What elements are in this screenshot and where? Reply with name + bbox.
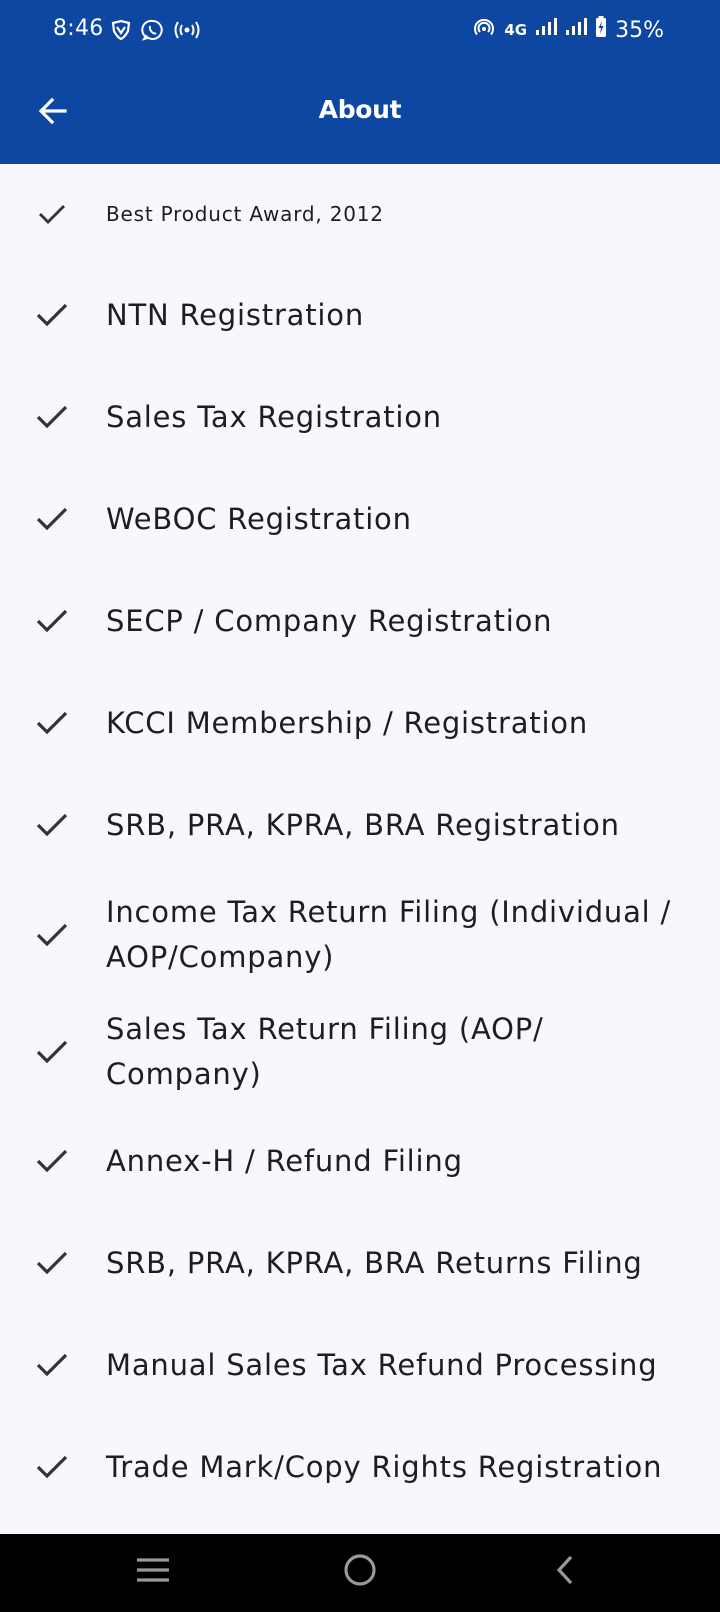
check-icon (34, 1449, 70, 1485)
notification-icons (110, 18, 200, 46)
list-item: WeBOC Registration (0, 468, 720, 570)
list-item-label: Best Product Award, 2012 (106, 201, 384, 226)
check-icon (34, 1143, 70, 1179)
list-item-label: Income Tax Return Filing (Individual / A… (106, 894, 672, 974)
check-icon (34, 603, 70, 639)
home-button[interactable] (335, 1550, 385, 1594)
broadcast-icon (174, 19, 200, 45)
signal-icon (535, 17, 558, 43)
battery-percent: 35% (615, 17, 664, 43)
list-item-label: SECP / Company Registration (106, 603, 553, 638)
whatsapp-icon (141, 18, 165, 46)
signal-icon (565, 17, 588, 43)
check-icon (34, 1034, 70, 1070)
check-icon (34, 917, 70, 953)
list-item-label: SRB, PRA, KPRA, BRA Registration (106, 807, 620, 842)
check-icon (34, 196, 70, 232)
status-time: 8:46 (53, 16, 104, 41)
list-item-label: Sales Tax Return Filing (AOP/ Company) (106, 1011, 544, 1091)
check-icon (34, 1347, 70, 1383)
list-item-label: WeBOC Registration (106, 501, 412, 536)
list-item-label: Sales Tax Registration (106, 399, 442, 434)
list-item-label: Annex-H / Refund Filing (106, 1143, 463, 1178)
check-icon (34, 705, 70, 741)
list-item: Best Product Award, 2012 (0, 164, 720, 264)
check-icon (34, 807, 70, 843)
list-item-label: Manual Sales Tax Refund Processing (106, 1347, 658, 1382)
list-item: Annex-H / Refund Filing (0, 1110, 720, 1212)
check-icon (34, 399, 70, 435)
list-item-label: NTN Registration (106, 297, 364, 332)
hotspot-icon (474, 17, 495, 43)
app-bar: About (0, 62, 720, 164)
system-back-button[interactable] (540, 1550, 590, 1594)
services-list: Best Product Award, 2012 NTN Registratio… (0, 164, 720, 1518)
page-title: About (318, 95, 402, 124)
list-item: Trade Mark/Copy Rights Registration (0, 1416, 720, 1518)
list-item-label: SRB, PRA, KPRA, BRA Returns Filing (106, 1245, 643, 1280)
back-icon (554, 1554, 576, 1590)
list-item: SECP / Company Registration (0, 570, 720, 672)
list-item: SRB, PRA, KPRA, BRA Registration (0, 774, 720, 876)
list-item: Manual Sales Tax Refund Processing (0, 1314, 720, 1416)
list-item-label: Trade Mark/Copy Rights Registration (106, 1449, 663, 1484)
check-icon (34, 501, 70, 537)
vpn-shield-icon (110, 19, 132, 45)
list-item: Sales Tax Registration (0, 366, 720, 468)
status-bar: 8:46 4G 35% (0, 0, 720, 62)
system-status: 4G 35% (474, 16, 664, 44)
network-type: 4G (504, 21, 528, 39)
list-item-label: KCCI Membership / Registration (106, 705, 589, 740)
recent-apps-icon (135, 1555, 171, 1589)
list-item: NTN Registration (0, 264, 720, 366)
battery-charging-icon (595, 16, 607, 44)
list-item: Sales Tax Return Filing (AOP/ Company) (0, 993, 720, 1110)
navigation-bar (0, 1534, 720, 1612)
check-icon (34, 1245, 70, 1281)
list-item: Income Tax Return Filing (Individual / A… (0, 876, 720, 993)
list-item: SRB, PRA, KPRA, BRA Returns Filing (0, 1212, 720, 1314)
home-icon (343, 1553, 377, 1591)
check-icon (34, 297, 70, 333)
list-item: KCCI Membership / Registration (0, 672, 720, 774)
recent-apps-button[interactable] (128, 1550, 178, 1594)
